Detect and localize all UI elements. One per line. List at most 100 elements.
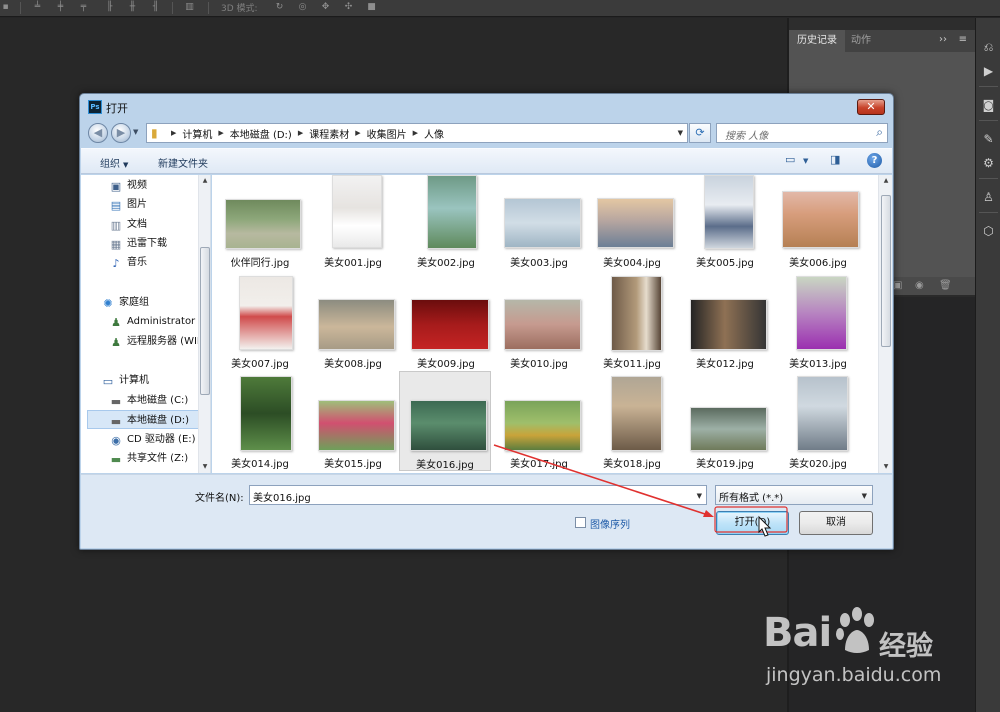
character-icon[interactable]: ♙: [981, 190, 996, 205]
collapse-panels-icon[interactable]: ››: [939, 34, 947, 45]
history-dropdown-icon[interactable]: ▼: [133, 128, 138, 136]
breadcrumb-course-materials[interactable]: 课程素材: [309, 126, 349, 141]
image-sequence-checkbox[interactable]: [575, 517, 586, 528]
organize-menu[interactable]: 组织 ▼: [100, 155, 128, 170]
file-item[interactable]: 伙伴同行.jpg: [215, 175, 305, 273]
cancel-button[interactable]: 取消: [799, 511, 873, 535]
breadcrumb-computer[interactable]: 计算机: [182, 126, 212, 141]
panel-menu-icon[interactable]: ≡: [959, 34, 967, 45]
close-button[interactable]: ✕: [857, 99, 885, 115]
new-folder-button[interactable]: 新建文件夹: [158, 155, 208, 170]
file-item[interactable]: 美女002.jpg: [401, 175, 491, 273]
preview-pane-icon[interactable]: ◨: [830, 153, 840, 166]
sidebar-item-cd-drive[interactable]: ◉ CD 驱动器 (E:): [109, 430, 210, 449]
forward-button[interactable]: ▶: [111, 123, 131, 143]
file-item[interactable]: 美女015.jpg: [308, 375, 398, 473]
file-item[interactable]: 美女020.jpg: [773, 375, 863, 473]
3d-slide-icon[interactable]: ✣: [343, 2, 354, 13]
scroll-up-icon[interactable]: ▲: [879, 175, 892, 187]
file-item[interactable]: 美女013.jpg: [773, 276, 863, 374]
file-item[interactable]: 美女019.jpg: [680, 375, 770, 473]
file-item[interactable]: 美女008.jpg: [308, 276, 398, 374]
file-item[interactable]: 美女003.jpg: [494, 175, 584, 273]
file-item[interactable]: 美女005.jpg: [680, 175, 770, 273]
file-item[interactable]: 美女018.jpg: [587, 375, 677, 473]
3d-rotate-icon[interactable]: ↻: [274, 2, 285, 13]
sidebar-item-shared-files[interactable]: ▬ 共享文件 (Z:): [109, 449, 210, 468]
chevron-down-icon[interactable]: ▼: [697, 492, 702, 500]
search-icon[interactable]: ⌕: [876, 125, 883, 140]
image-sequence-label[interactable]: 图像序列: [590, 516, 630, 531]
file-item[interactable]: 美女011.jpg: [587, 276, 677, 374]
file-item[interactable]: 美女012.jpg: [680, 276, 770, 374]
history-panel-icon[interactable]: ⎌: [981, 40, 996, 55]
file-item[interactable]: 美女006.jpg: [773, 175, 863, 273]
file-item[interactable]: 美女007.jpg: [215, 276, 305, 374]
sidebar-item-documents[interactable]: ▥ 文档: [109, 215, 210, 234]
file-item[interactable]: 美女014.jpg: [215, 375, 305, 473]
sidebar-item-thunder-downloads[interactable]: ▦ 迅雷下载: [109, 234, 210, 253]
snapshot-camera-icon[interactable]: ◉: [915, 280, 924, 291]
breadcrumb-separator-icon[interactable]: ▶: [355, 129, 360, 137]
align-top-icon[interactable]: ╧: [32, 2, 43, 13]
breadcrumb-collected-images[interactable]: 收集图片: [367, 126, 407, 141]
sidebar-item-videos[interactable]: ▣ 视频: [109, 176, 210, 195]
sidebar-item-remote-server[interactable]: ♟ 远程服务器 (WIN-: [109, 332, 210, 351]
file-item[interactable]: 美女010.jpg: [494, 276, 584, 374]
distribute-right-icon[interactable]: ╢: [150, 2, 161, 13]
sidebar-item-music[interactable]: ♪ 音乐: [109, 253, 210, 272]
3d-pan-icon[interactable]: ✥: [320, 2, 331, 13]
distribute-left-icon[interactable]: ╟: [104, 2, 115, 13]
breadcrumb-portrait[interactable]: 人像: [424, 126, 444, 141]
breadcrumb-separator-icon[interactable]: ▶: [218, 129, 223, 137]
breadcrumb-separator-icon[interactable]: ▶: [298, 129, 303, 137]
filename-field[interactable]: 美女016.jpg ▼: [249, 485, 707, 505]
tab-history[interactable]: 历史记录: [789, 30, 845, 52]
align-middle-icon[interactable]: ╪: [55, 2, 66, 13]
file-item[interactable]: 美女017.jpg: [494, 375, 584, 473]
back-button[interactable]: ◀: [88, 123, 108, 143]
sidebar-item-pictures[interactable]: ▤ 图片: [109, 195, 210, 214]
adjustments-icon[interactable]: ⚙: [981, 156, 996, 171]
file-type-select[interactable]: 所有格式 (*.*) ▼: [715, 485, 873, 505]
breadcrumb-separator-icon[interactable]: ▶: [171, 129, 176, 137]
address-dropdown-icon[interactable]: ▼: [678, 129, 683, 137]
scrollbar-thumb[interactable]: [881, 195, 891, 347]
sidebar-item-administrator[interactable]: ♟ Administrator: [109, 312, 210, 331]
scroll-down-icon[interactable]: ▼: [879, 461, 892, 473]
new-document-icon[interactable]: ▣: [893, 280, 902, 291]
sidebar-item-computer[interactable]: ▭ 计算机: [101, 371, 210, 390]
sidebar-item-local-disk-c[interactable]: ▬ 本地磁盘 (C:): [109, 391, 210, 410]
file-item[interactable]: 美女001.jpg: [308, 175, 398, 273]
file-item[interactable]: 美女009.jpg: [401, 276, 491, 374]
trash-icon[interactable]: 🗑: [939, 280, 952, 291]
view-options-dropdown-icon[interactable]: ▼: [803, 157, 808, 165]
auto-align-icon[interactable]: ▥: [184, 2, 195, 13]
search-input[interactable]: 搜索 人像 ⌕: [716, 123, 888, 143]
brush-presets-icon[interactable]: ✎: [981, 132, 996, 147]
breadcrumb-separator-icon[interactable]: ▶: [413, 129, 418, 137]
3d-roll-icon[interactable]: ◎: [297, 2, 308, 13]
dialog-titlebar[interactable]: Ps 打开 ✕: [80, 94, 893, 120]
address-bar[interactable]: ▮ ▶ 计算机 ▶ 本地磁盘 (D:) ▶ 课程素材 ▶ 收集图片 ▶ 人像 ▼: [146, 123, 688, 143]
scroll-up-icon[interactable]: ▲: [199, 175, 210, 187]
file-list-scrollbar[interactable]: ▲ ▼: [878, 175, 892, 473]
open-button[interactable]: 打开(O): [716, 511, 789, 535]
3d-cube-icon[interactable]: ⬡: [981, 224, 996, 239]
file-item[interactable]: 美女004.jpg: [587, 175, 677, 273]
navigation-scrollbar[interactable]: ▲ ▼: [198, 175, 210, 473]
sidebar-item-local-disk-d[interactable]: ▬ 本地磁盘 (D:): [87, 410, 199, 429]
properties-icon[interactable]: ◙: [981, 98, 996, 113]
scroll-down-icon[interactable]: ▼: [199, 461, 210, 473]
refresh-button[interactable]: ⟳: [689, 123, 711, 143]
breadcrumb-local-disk-d[interactable]: 本地磁盘 (D:): [230, 126, 292, 141]
file-item-selected[interactable]: 美女016.jpg: [399, 371, 491, 471]
scrollbar-thumb[interactable]: [200, 247, 210, 395]
align-icon[interactable]: ▪: [0, 2, 11, 13]
tab-actions[interactable]: 动作: [843, 30, 879, 52]
distribute-center-icon[interactable]: ╫: [127, 2, 138, 13]
align-bottom-icon[interactable]: ╤: [78, 2, 89, 13]
help-icon[interactable]: ?: [867, 153, 882, 168]
3d-scale-icon[interactable]: ■: [366, 2, 377, 13]
change-view-icon[interactable]: ▭: [785, 153, 795, 166]
